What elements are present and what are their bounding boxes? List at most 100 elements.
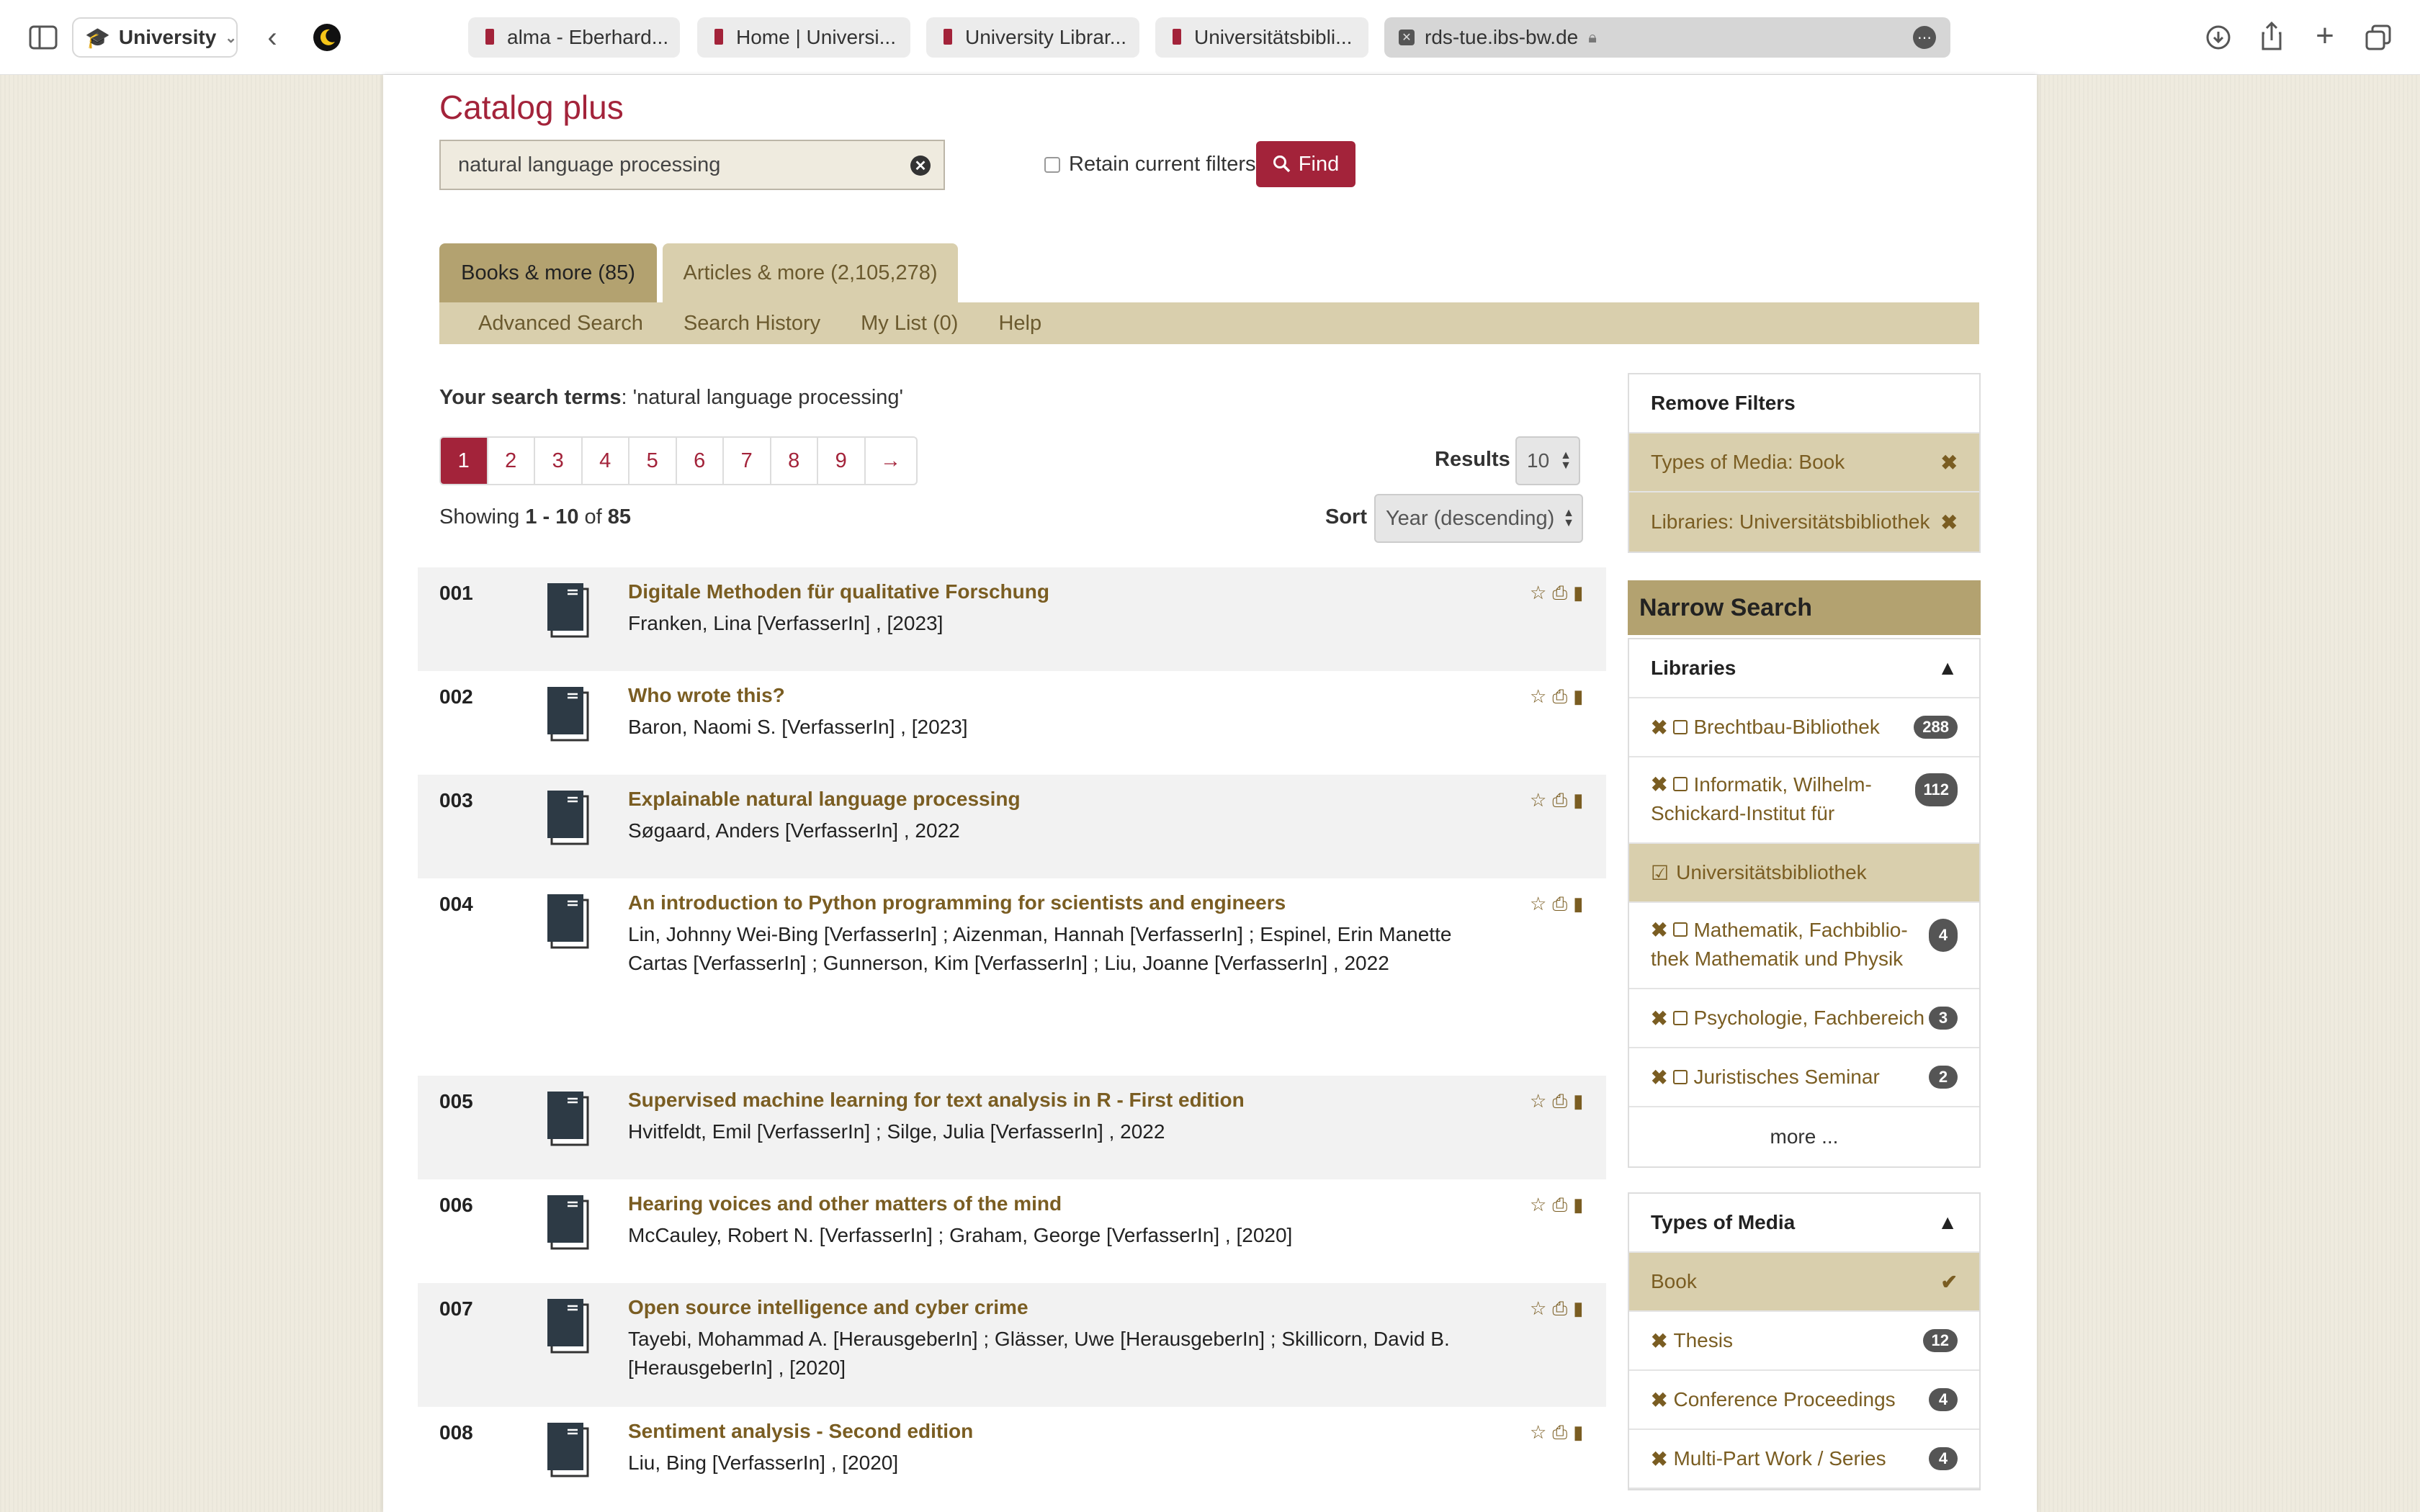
next-page-link[interactable]: →	[866, 438, 916, 484]
browser-tab[interactable]: University Librar...	[926, 17, 1139, 58]
close-tab-icon[interactable]: ✕	[1399, 30, 1415, 45]
clear-search-icon[interactable]: ✕	[910, 156, 931, 176]
tab-overview-icon[interactable]	[2362, 22, 2394, 53]
checkbox-icon[interactable]	[1673, 720, 1688, 734]
print-icon[interactable]: ⎙	[1552, 582, 1567, 605]
checkbox-icon[interactable]	[1673, 1011, 1688, 1025]
result-title[interactable]: Sentiment analysis - Second edition	[628, 1420, 973, 1443]
browser-tab[interactable]: Universitätsbibli...	[1155, 17, 1368, 58]
star-icon[interactable]: ☆	[1530, 1090, 1546, 1113]
help-link[interactable]: Help	[998, 312, 1041, 336]
star-icon[interactable]: ☆	[1530, 789, 1546, 812]
download-icon[interactable]	[2202, 22, 2234, 53]
new-tab-icon[interactable]: +	[2309, 18, 2341, 53]
print-icon[interactable]: ⎙	[1552, 1297, 1567, 1320]
facet-item[interactable]: ✖ Thesis 12	[1629, 1312, 1979, 1371]
page-link[interactable]: 4	[583, 438, 629, 484]
media-types-heading[interactable]: Types of Media ▲	[1629, 1194, 1979, 1253]
page-link[interactable]: 3	[535, 438, 583, 484]
results-per-page-select[interactable]: 10 ▲ ▼	[1515, 436, 1580, 485]
star-icon[interactable]: ☆	[1530, 582, 1546, 605]
exclude-icon[interactable]: ✖	[1651, 919, 1667, 941]
facet-item-selected[interactable]: ☑ Universitätsbibliothek	[1629, 844, 1979, 903]
remove-filter-icon[interactable]: ✖	[1941, 451, 1958, 474]
print-icon[interactable]: ⎙	[1552, 893, 1567, 916]
bookmark-icon[interactable]: ▮	[1573, 582, 1583, 605]
active-filter[interactable]: Libraries: Universitätsbibliothek ✖	[1629, 492, 1979, 552]
print-icon[interactable]: ⎙	[1552, 1194, 1567, 1217]
exclude-icon[interactable]: ✖	[1651, 1007, 1667, 1030]
bookmark-icon[interactable]: ▮	[1573, 1194, 1583, 1217]
result-title[interactable]: Open source intelligence and cyber crime	[628, 1296, 1028, 1319]
page-link[interactable]: 1	[441, 438, 488, 484]
result-title[interactable]: Digitale Methoden für qualitative Forsch…	[628, 580, 1049, 603]
collapse-icon[interactable]: ▲	[1937, 1211, 1958, 1234]
checked-icon[interactable]: ☑	[1651, 861, 1669, 885]
bookmark-icon[interactable]: ▮	[1573, 1421, 1583, 1444]
bookmark-icon[interactable]: ▮	[1573, 893, 1583, 916]
address-bar[interactable]: ✕ rds-tue.ibs-bw.de 🔒︎ ⋯	[1384, 17, 1950, 58]
facet-item[interactable]: ✖ Mathematik, Fachbiblio-thek Mathematik …	[1629, 903, 1979, 989]
facet-item-selected[interactable]: Book ✔	[1629, 1253, 1979, 1312]
facet-item[interactable]: ✖ Juristisches Seminar 2	[1629, 1048, 1979, 1107]
find-button[interactable]: Find	[1256, 141, 1355, 187]
exclude-icon[interactable]: ✖	[1651, 716, 1667, 739]
bookmark-icon[interactable]: ▮	[1573, 1090, 1583, 1113]
back-icon[interactable]: ‹	[258, 20, 287, 55]
exclude-icon[interactable]: ✖	[1651, 1447, 1667, 1471]
advanced-search-link[interactable]: Advanced Search	[478, 312, 643, 336]
result-title[interactable]: An introduction to Python programming fo…	[628, 891, 1286, 914]
exclude-icon[interactable]: ✖	[1651, 1388, 1667, 1412]
facet-item[interactable]: ✖ Brechtbau-Bibliothek 288	[1629, 698, 1979, 757]
star-icon[interactable]: ☆	[1530, 893, 1546, 916]
tab-books[interactable]: Books & more (85)	[439, 243, 657, 302]
checkbox-icon[interactable]	[1673, 922, 1688, 937]
checkbox-icon[interactable]	[1673, 1070, 1688, 1084]
facet-item[interactable]: ✖ Psychologie, Fachbereich 3	[1629, 989, 1979, 1048]
browser-tab[interactable]: alma - Eberhard...	[468, 17, 680, 58]
bookmark-icon[interactable]: ▮	[1573, 1297, 1583, 1320]
print-icon[interactable]: ⎙	[1552, 789, 1567, 812]
print-icon[interactable]: ⎙	[1552, 1421, 1567, 1444]
search-history-link[interactable]: Search History	[684, 312, 820, 336]
checkbox-icon[interactable]	[1044, 156, 1060, 173]
sidebar-toggle-icon[interactable]	[27, 22, 59, 53]
bookmark-icon[interactable]: ▮	[1573, 685, 1583, 708]
retain-filters-checkbox[interactable]: Retain current filters	[1044, 153, 1256, 176]
bookmark-icon[interactable]: ▮	[1573, 789, 1583, 812]
sort-select[interactable]: Year (descending) ▲ ▼	[1374, 494, 1583, 543]
more-icon[interactable]: ⋯	[1913, 26, 1936, 49]
checkbox-icon[interactable]	[1673, 777, 1688, 791]
night-mode-icon[interactable]	[311, 22, 343, 53]
exclude-icon[interactable]: ✖	[1651, 1329, 1667, 1353]
my-list-link[interactable]: My List (0)	[861, 312, 958, 336]
profile-switcher[interactable]: 🎓 University ⌄	[72, 17, 238, 58]
share-icon[interactable]	[2256, 20, 2287, 52]
page-link[interactable]: 6	[677, 438, 724, 484]
print-icon[interactable]: ⎙	[1552, 1090, 1567, 1113]
star-icon[interactable]: ☆	[1530, 1421, 1546, 1444]
page-link[interactable]: 2	[488, 438, 535, 484]
active-filter[interactable]: Types of Media: Book ✖	[1629, 433, 1979, 492]
result-title[interactable]: Hearing voices and other matters of the …	[628, 1192, 1062, 1215]
print-icon[interactable]: ⎙	[1552, 685, 1567, 708]
tab-articles[interactable]: Articles & more (2,105,278)	[663, 243, 958, 302]
page-link[interactable]: 8	[771, 438, 818, 484]
facet-item[interactable]: ✖ Multi-Part Work / Series 4	[1629, 1430, 1979, 1489]
result-title[interactable]: Explainable natural language processing	[628, 788, 1021, 811]
collapse-icon[interactable]: ▲	[1937, 657, 1958, 680]
libraries-heading[interactable]: Libraries ▲	[1629, 639, 1979, 698]
exclude-icon[interactable]: ✖	[1651, 1066, 1667, 1089]
page-link[interactable]: 7	[724, 438, 771, 484]
facet-item[interactable]: ✖ Conference Proceedings 4	[1629, 1371, 1979, 1430]
more-link[interactable]: more ...	[1629, 1107, 1979, 1166]
exclude-icon[interactable]: ✖	[1651, 773, 1667, 796]
browser-tab[interactable]: Home | Universi...	[697, 17, 910, 58]
search-input[interactable]: natural language processing ✕	[439, 140, 945, 190]
result-title[interactable]: Who wrote this?	[628, 684, 785, 707]
remove-filter-icon[interactable]: ✖	[1941, 510, 1958, 534]
star-icon[interactable]: ☆	[1530, 1194, 1546, 1217]
page-link[interactable]: 9	[818, 438, 866, 484]
star-icon[interactable]: ☆	[1530, 1297, 1546, 1320]
facet-item[interactable]: ✖ Informatik, Wilhelm-Schickard-Institut …	[1629, 757, 1979, 844]
